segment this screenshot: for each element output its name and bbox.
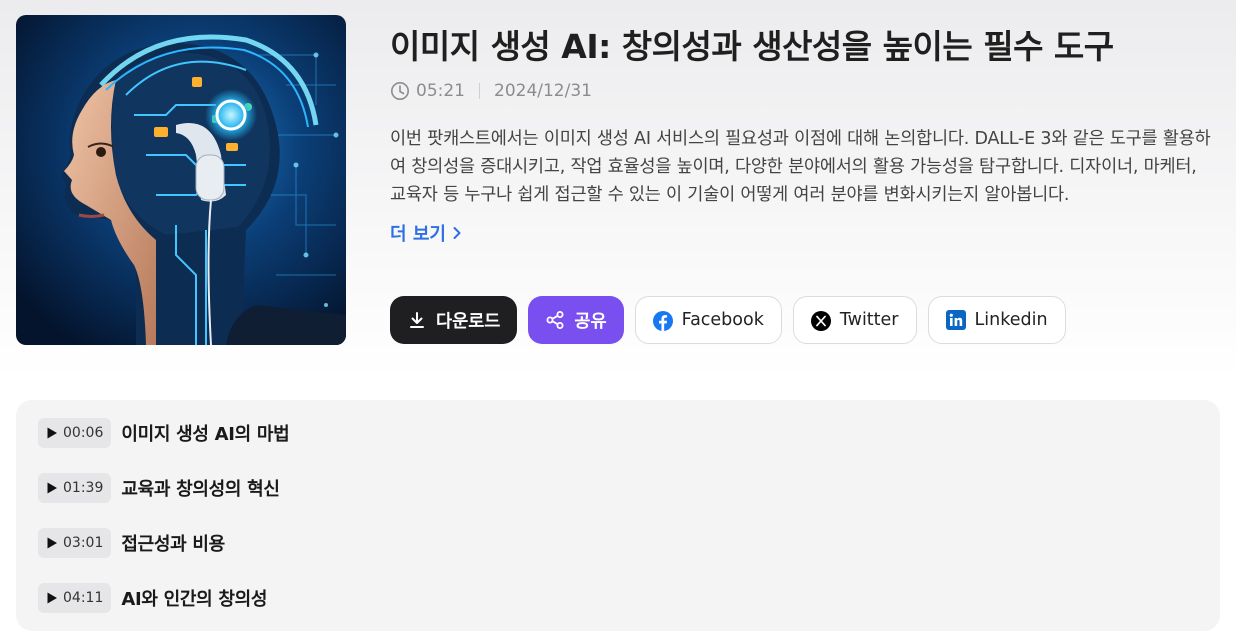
chapter-title: 이미지 생성 AI의 마법: [121, 424, 290, 445]
chapter-timestamp-button[interactable]: 01:39: [38, 473, 112, 503]
chapter-timestamp-button[interactable]: 00:06: [38, 418, 112, 448]
play-icon: [47, 592, 57, 604]
play-icon: [47, 427, 57, 439]
chapter-time: 00:06: [63, 425, 104, 441]
play-icon: [47, 537, 57, 549]
episode-date: 2024/12/31: [494, 81, 592, 101]
twitter-button[interactable]: Twitter: [792, 296, 917, 344]
share-label: 공유: [574, 311, 607, 332]
facebook-label: Facebook: [681, 310, 764, 330]
clock-icon: [391, 82, 409, 100]
more-link[interactable]: 더 보기: [390, 220, 462, 246]
chapter-title: 접근성과 비용: [121, 534, 225, 555]
episode-meta: 05:21 2024/12/31: [390, 79, 592, 103]
chapter-title: 교육과 창의성의 혁신: [121, 479, 280, 500]
chevron-right-icon: [453, 227, 461, 239]
ai-head-illustration: [16, 15, 346, 345]
chapter-item[interactable]: 01:39 교육과 창의성의 혁신: [38, 471, 280, 505]
x-icon: [810, 310, 831, 331]
twitter-label: Twitter: [839, 310, 899, 330]
share-icon: [545, 310, 565, 330]
download-label: 다운로드: [436, 311, 501, 332]
linkedin-icon: [945, 310, 966, 330]
chapter-item[interactable]: 04:11 AI와 인간의 창의성: [38, 581, 267, 615]
facebook-icon: [652, 310, 673, 331]
chapter-item[interactable]: 03:01 접근성과 비용: [38, 526, 225, 560]
episode-cover-image: [16, 15, 346, 345]
chapter-list: 00:06 이미지 생성 AI의 마법 01:39 교육과 창의성의 혁신 03…: [16, 400, 1220, 631]
share-button[interactable]: 공유: [528, 296, 624, 344]
episode-description: 이번 팟캐스트에서는 이미지 생성 AI 서비스의 필요성과 이점에 대해 논의…: [390, 129, 1211, 205]
episode-title: 이미지 생성 AI: 창의성과 생산성을 높이는 필수 도구: [390, 27, 1114, 66]
chapter-time: 01:39: [63, 480, 104, 496]
linkedin-button[interactable]: Linkedin: [927, 296, 1066, 344]
chapter-item[interactable]: 00:06 이미지 생성 AI의 마법: [38, 416, 290, 450]
download-button[interactable]: 다운로드: [390, 296, 518, 344]
more-label: 더 보기: [390, 224, 446, 245]
action-buttons: 다운로드 공유 Facebook Twitter Linkedin: [390, 296, 1066, 344]
play-icon: [47, 482, 57, 494]
chapter-time: 04:11: [63, 590, 104, 606]
episode-duration: 05:21: [416, 81, 465, 101]
facebook-button[interactable]: Facebook: [634, 296, 782, 344]
chapter-title: AI와 인간의 창의성: [121, 589, 268, 610]
download-icon: [407, 310, 427, 330]
chapter-timestamp-button[interactable]: 04:11: [38, 583, 112, 613]
chapter-time: 03:01: [63, 535, 104, 551]
meta-divider: [479, 83, 480, 99]
linkedin-label: Linkedin: [974, 310, 1048, 330]
chapter-timestamp-button[interactable]: 03:01: [38, 528, 112, 558]
